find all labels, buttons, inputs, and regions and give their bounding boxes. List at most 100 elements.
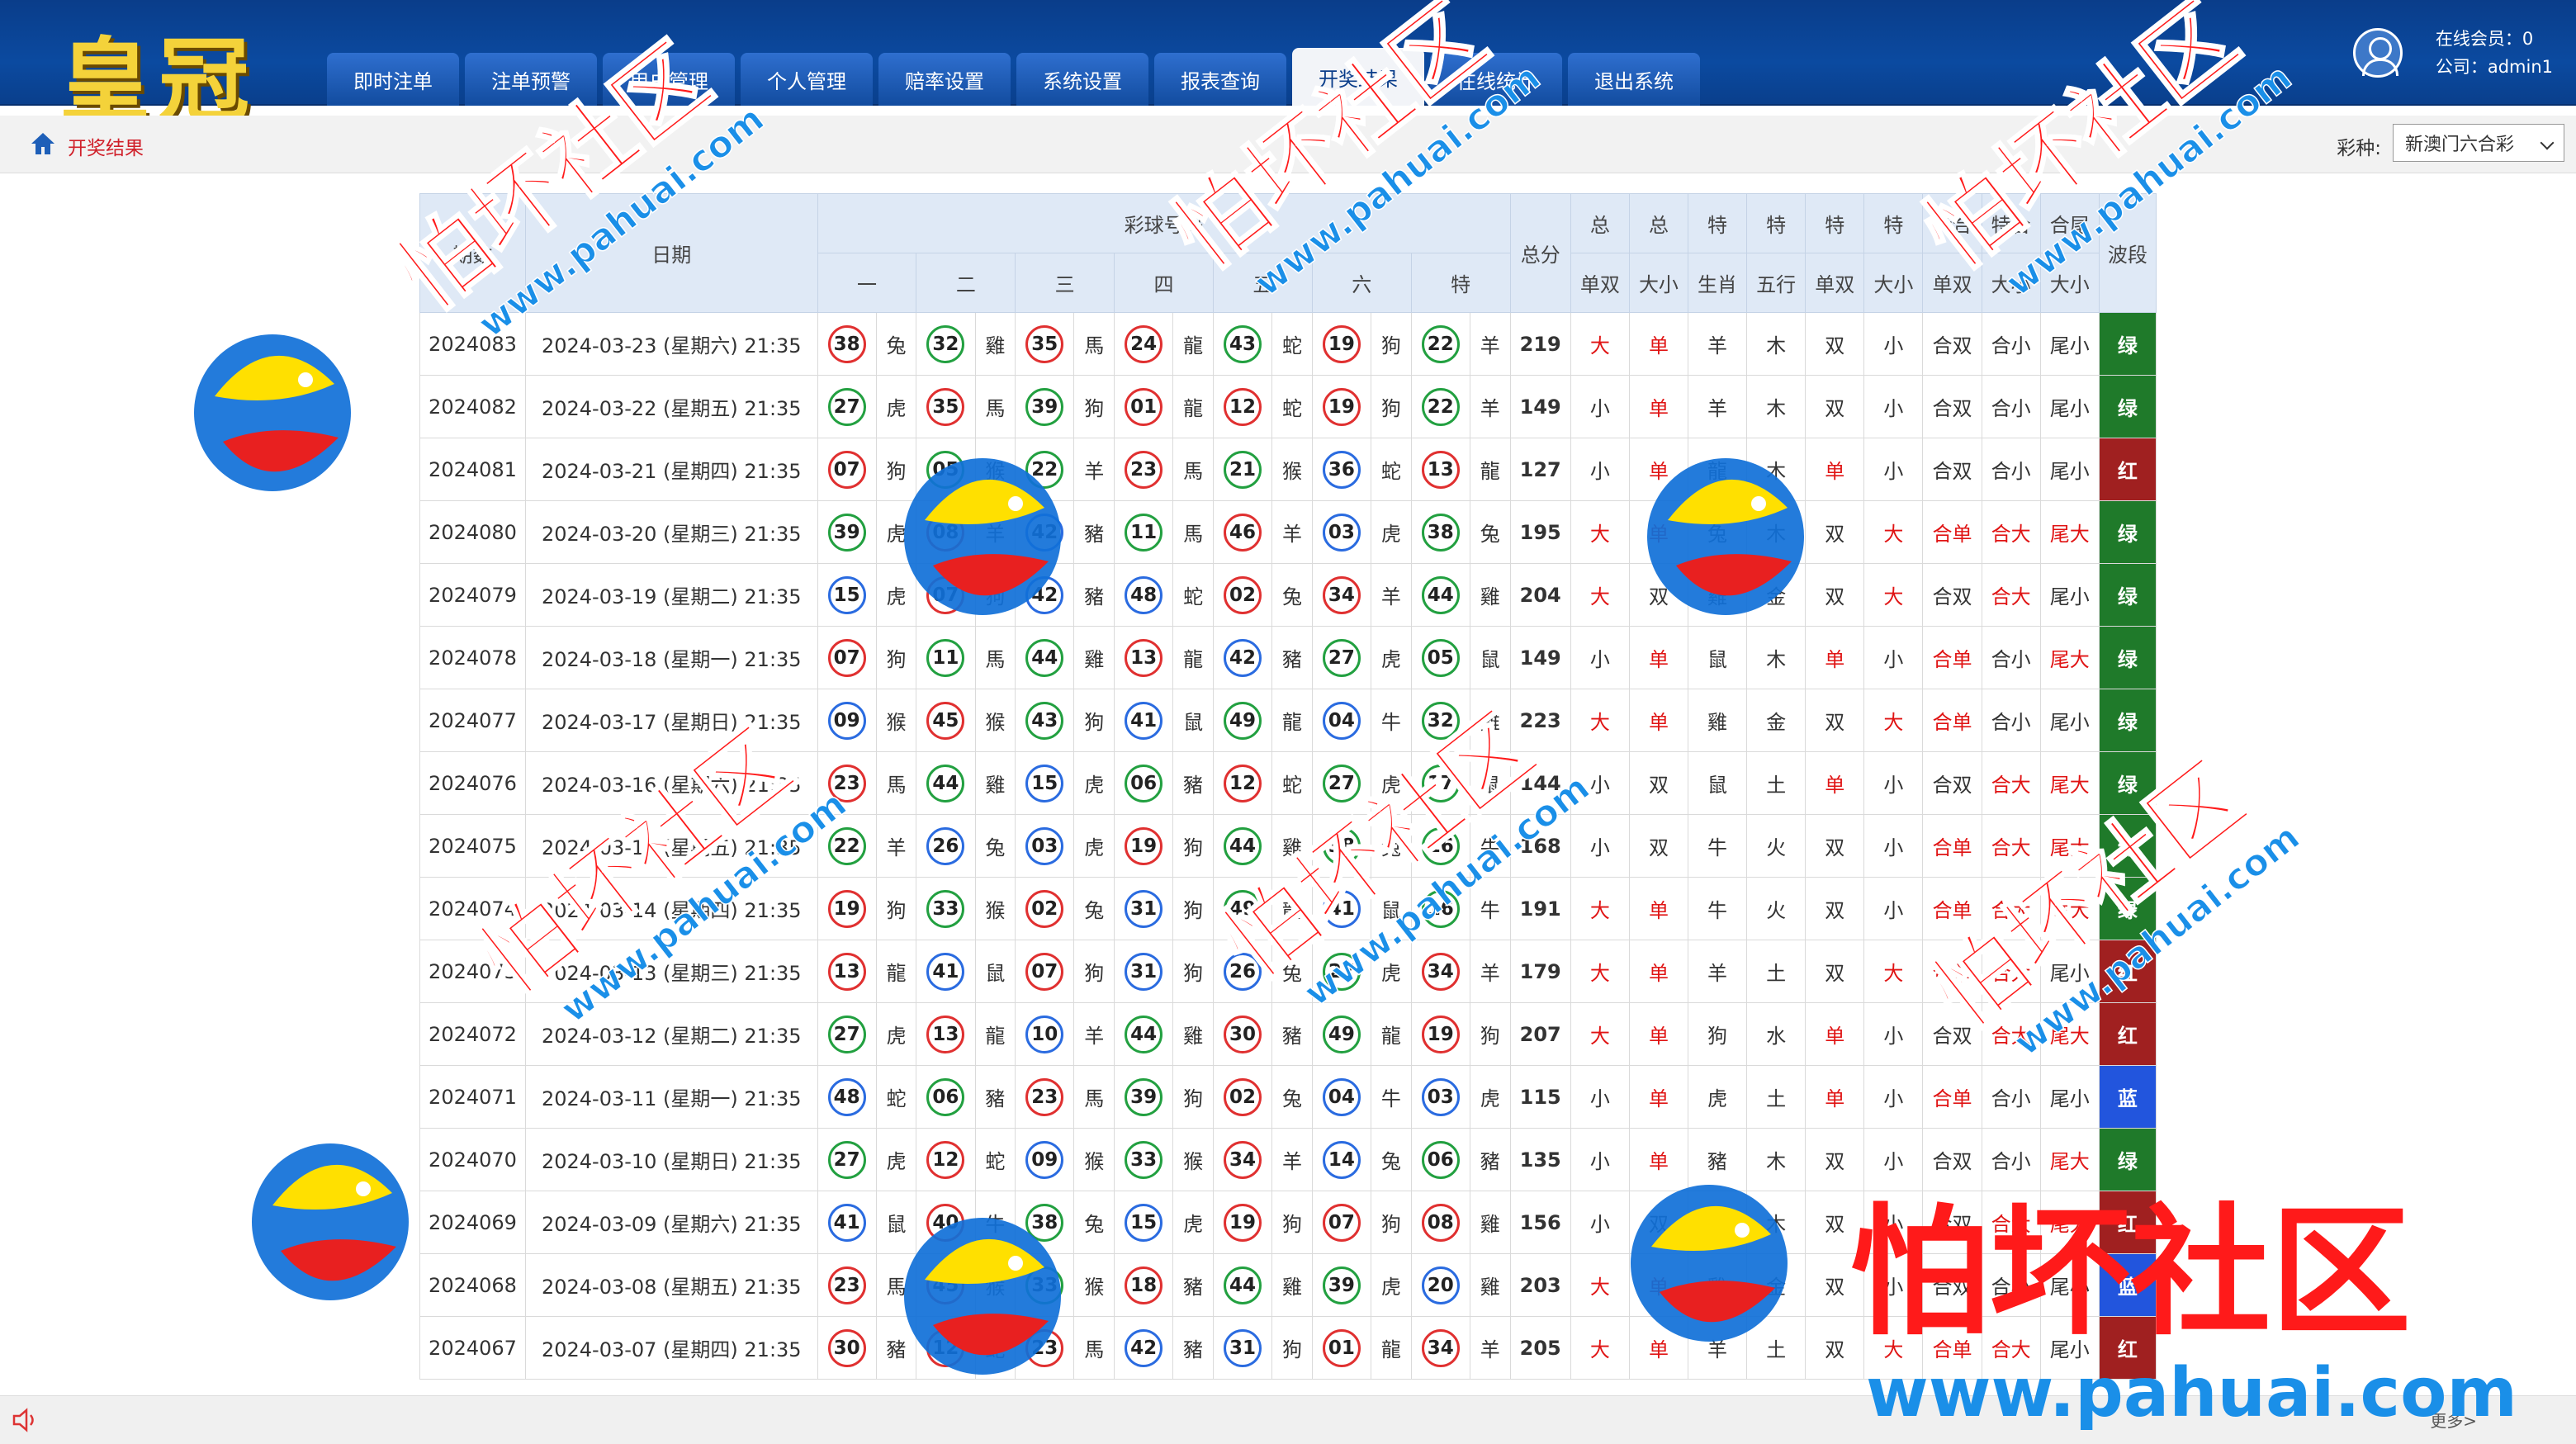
ball-number: 19 xyxy=(1322,324,1361,363)
stat-cell: 合单 xyxy=(1922,500,1982,564)
ball-number: 41 xyxy=(827,1203,866,1242)
stat-cell: 双 xyxy=(1805,1253,1865,1317)
ball-number: 27 xyxy=(827,1140,866,1179)
total-cell: 115 xyxy=(1509,1065,1571,1129)
period-cell: 2024069 xyxy=(419,1191,526,1254)
ball-cell: 34 xyxy=(1311,563,1371,627)
ball-cell: 20 xyxy=(1410,1253,1470,1317)
zodiac-cell: 龍 xyxy=(1370,1316,1412,1380)
stat-cell: 尾小 xyxy=(2039,438,2100,501)
zodiac-cell: 馬 xyxy=(1172,500,1214,564)
total-cell: 207 xyxy=(1509,1002,1571,1066)
speaker-icon[interactable] xyxy=(12,1408,40,1432)
nav-tab-4[interactable]: 个人管理 xyxy=(741,53,873,106)
ball-number: 45 xyxy=(926,701,965,740)
ball-cell: 03 xyxy=(1311,500,1371,564)
stat-cell: 大 xyxy=(1570,689,1630,752)
ball-cell: 33 xyxy=(1114,1128,1174,1191)
ball-cell: 33 xyxy=(1015,1253,1075,1317)
stat-cell: 大 xyxy=(1863,563,1924,627)
ball-number: 03 xyxy=(1421,1077,1460,1116)
zodiac-cell: 虎 xyxy=(875,563,917,627)
ball-number: 22 xyxy=(827,826,866,865)
ball-number: 07 xyxy=(1025,952,1064,991)
zodiac-cell: 龍 xyxy=(1172,312,1214,376)
nav-tab-9[interactable]: 在线统计 xyxy=(1430,53,1562,106)
ball-number: 11 xyxy=(1125,513,1163,552)
zodiac-cell: 蛇 xyxy=(974,1128,1016,1191)
zodiac-cell: 蛇 xyxy=(1370,438,1412,501)
nav-tab-10[interactable]: 退出系统 xyxy=(1568,53,1700,106)
nav-tab-8[interactable]: 开奖结果 xyxy=(1292,48,1424,106)
stat-cell: 大 xyxy=(1570,1002,1630,1066)
ball-cell: 13 xyxy=(1410,438,1470,501)
nav-tab-6[interactable]: 系统设置 xyxy=(1016,53,1148,106)
ball-cell: 27 xyxy=(817,1128,877,1191)
nav-tab-1[interactable]: 即时注单 xyxy=(327,53,459,106)
ball-number: 05 xyxy=(926,450,965,489)
ball-number: 11 xyxy=(926,638,965,677)
stat-cell: 双 xyxy=(1628,814,1689,878)
ball-cell: 07 xyxy=(916,563,976,627)
wave-cell: 绿 xyxy=(2098,751,2157,815)
period-cell: 2024079 xyxy=(419,563,526,627)
date-cell: 2024-03-18 (星期一) 21:35 xyxy=(525,626,818,689)
zodiac-cell: 狗 xyxy=(875,438,917,501)
stat-cell: 大 xyxy=(1570,940,1630,1003)
ball-number: 33 xyxy=(926,889,965,928)
zodiac-cell: 狗 xyxy=(1370,1191,1412,1254)
zodiac-cell: 牛 xyxy=(1469,814,1511,878)
ball-number: 20 xyxy=(1421,1266,1460,1304)
user-avatar-icon[interactable] xyxy=(2353,28,2403,78)
stat-cell: 合单 xyxy=(1922,626,1982,689)
zodiac-cell: 豬 xyxy=(1172,1316,1214,1380)
nav-tab-5[interactable]: 赔率设置 xyxy=(878,53,1011,106)
ball-number: 35 xyxy=(1025,324,1064,363)
stat-cell: 大 xyxy=(1863,689,1924,752)
ball-number: 27 xyxy=(1322,764,1361,802)
ball-cell: 32 xyxy=(1410,689,1470,752)
ball-cell: 39 xyxy=(1114,1065,1174,1129)
zodiac-cell: 馬 xyxy=(1073,1065,1115,1129)
nav-tab-3[interactable]: 用户管理 xyxy=(603,53,735,106)
zodiac-cell: 雞 xyxy=(1469,689,1511,752)
home-icon[interactable] xyxy=(30,130,56,157)
total-cell: 156 xyxy=(1509,1191,1571,1254)
period-cell: 2024080 xyxy=(419,500,526,564)
lottery-type-select[interactable]: 新澳门六合彩 xyxy=(2393,124,2564,162)
col-group-6: 特 xyxy=(1863,193,1924,253)
nav-tab-7[interactable]: 报表查询 xyxy=(1154,53,1286,106)
stat-cell: 木 xyxy=(1746,312,1807,376)
stat-cell: 双 xyxy=(1805,1316,1865,1380)
zodiac-cell: 羊 xyxy=(1469,940,1511,1003)
ball-cell: 07 xyxy=(1311,1191,1371,1254)
stat-cell: 小 xyxy=(1863,375,1924,438)
ball-cell: 44 xyxy=(1212,814,1273,878)
stat-cell: 合单 xyxy=(1922,940,1982,1003)
zodiac-cell: 虎 xyxy=(875,375,917,438)
stat-cell: 合小 xyxy=(1981,1065,2041,1129)
nav-tab-2[interactable]: 注单预警 xyxy=(465,53,597,106)
zodiac-cell: 豬 xyxy=(1073,500,1115,564)
stat-cell: 豬 xyxy=(1687,1128,1748,1191)
stat-cell: 单 xyxy=(1628,1253,1689,1317)
ball-cell: 01 xyxy=(1114,375,1174,438)
more-link[interactable]: 更多> xyxy=(2430,1408,2477,1432)
period-cell: 2024082 xyxy=(419,375,526,438)
wave-cell: 蓝 xyxy=(2098,1065,2157,1129)
total-cell: 149 xyxy=(1509,626,1571,689)
col-sub-8: 大小 xyxy=(1981,253,2041,313)
stat-cell: 小 xyxy=(1863,1191,1924,1254)
stat-cell: 大 xyxy=(1863,940,1924,1003)
col-date[interactable]: 日期 xyxy=(525,193,818,313)
ball-number: 12 xyxy=(1224,387,1262,426)
ball-cell: 39 xyxy=(817,500,877,564)
col-group-8: 特合 xyxy=(1981,193,2041,253)
ball-number: 41 xyxy=(1125,701,1163,740)
table-row: 2024071 2024-03-11 (星期一) 21:35 48 蛇 06 豬 23 馬 39… xyxy=(419,1065,2157,1129)
stat-cell: 土 xyxy=(1746,940,1807,1003)
zodiac-cell: 虎 xyxy=(1073,814,1115,878)
col-period[interactable]: 期数 xyxy=(419,193,526,313)
stat-cell: 虎 xyxy=(1687,1065,1748,1129)
ball-number: 04 xyxy=(1322,1077,1361,1116)
